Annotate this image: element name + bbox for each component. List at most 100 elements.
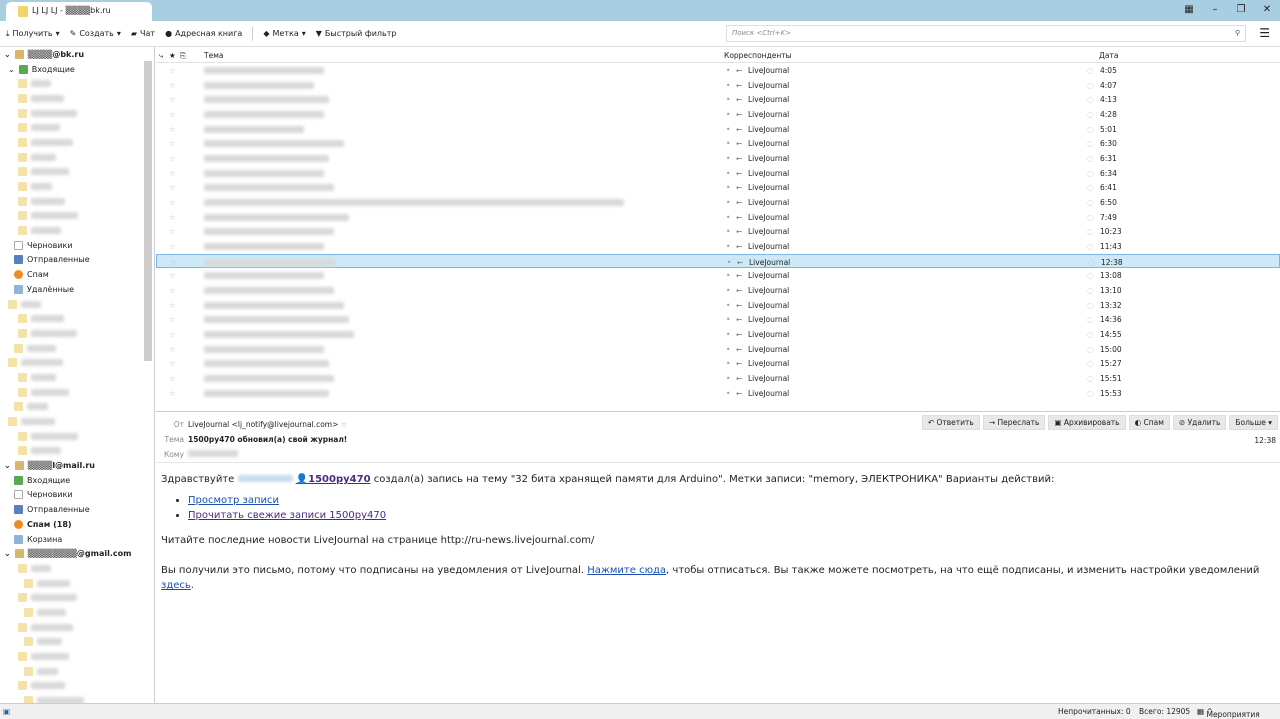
- chat-button[interactable]: ▰ Чат: [131, 29, 155, 38]
- folder-redacted[interactable]: [0, 635, 154, 650]
- more-button[interactable]: Больше ▾: [1229, 415, 1278, 430]
- read-dot-icon[interactable]: •: [726, 389, 730, 398]
- settings-link[interactable]: здесь: [161, 580, 191, 591]
- view-post-link[interactable]: Просмотр записи: [188, 495, 279, 506]
- read-dot-icon[interactable]: •: [726, 66, 730, 75]
- spam-button[interactable]: ◐ Спам: [1128, 415, 1170, 430]
- folder-redacted[interactable]: [0, 341, 154, 356]
- folder-scrollbar[interactable]: [144, 61, 152, 361]
- read-dot-icon[interactable]: •: [726, 154, 730, 163]
- column-date[interactable]: Дата: [1099, 51, 1118, 60]
- read-dot-icon[interactable]: •: [726, 81, 730, 90]
- folder-drafts-2[interactable]: Черновики: [0, 488, 154, 503]
- read-dot-icon[interactable]: •: [726, 125, 730, 134]
- star-icon[interactable]: ☆: [169, 271, 176, 280]
- unsubscribe-link[interactable]: Нажмите сюда: [587, 565, 666, 576]
- star-icon[interactable]: ☆: [169, 374, 176, 383]
- message-row[interactable]: ☆ • ← LiveJournal ◌ 15:00: [156, 342, 1280, 357]
- message-row[interactable]: ☆ • ← LiveJournal ◌ 10:23: [156, 224, 1280, 239]
- folder-inbox[interactable]: ⌄ Входящие: [0, 62, 154, 77]
- star-icon[interactable]: ☆: [169, 154, 176, 163]
- folder-redacted[interactable]: [0, 209, 154, 224]
- star-icon[interactable]: ☆: [169, 286, 176, 295]
- thread-column-icon[interactable]: ⤷: [159, 51, 163, 61]
- star-column-icon[interactable]: ★: [169, 51, 176, 60]
- folder-redacted[interactable]: [0, 326, 154, 341]
- folder-redacted[interactable]: [0, 576, 154, 591]
- folder-sent-2[interactable]: Отправленные: [0, 502, 154, 517]
- folder-redacted[interactable]: [0, 135, 154, 150]
- star-icon[interactable]: ☆: [169, 389, 176, 398]
- folder-redacted[interactable]: [0, 590, 154, 605]
- folder-sent[interactable]: Отправленные: [0, 253, 154, 268]
- folder-redacted[interactable]: [0, 179, 154, 194]
- folder-spam-2[interactable]: Спам (18): [0, 517, 154, 532]
- folder-inbox-2[interactable]: Входящие: [0, 473, 154, 488]
- message-row[interactable]: ☆ • ← LiveJournal ◌ 15:51: [156, 371, 1280, 386]
- message-row[interactable]: ☆ • ← LiveJournal ◌ 13:32: [156, 298, 1280, 313]
- folder-redacted[interactable]: [0, 693, 154, 703]
- star-icon[interactable]: ☆: [169, 139, 176, 148]
- list-scrollbar[interactable]: [1270, 63, 1278, 403]
- message-row[interactable]: ☆ • ← LiveJournal ◌ 4:07: [156, 78, 1280, 93]
- column-correspondents[interactable]: Корреспонденты: [724, 51, 792, 60]
- star-icon[interactable]: ☆: [169, 198, 176, 207]
- maximize-button[interactable]: ❐: [1228, 0, 1254, 20]
- folder-redacted[interactable]: [0, 561, 154, 576]
- star-icon[interactable]: ☆: [169, 95, 176, 104]
- attachment-column-icon[interactable]: ⎘: [180, 51, 186, 61]
- account-mail[interactable]: ⌄ ▒▒▒▒l@mail.ru: [0, 458, 154, 473]
- folder-redacted[interactable]: [0, 400, 154, 415]
- folder-redacted[interactable]: [0, 106, 154, 121]
- folder-drafts[interactable]: Черновики: [0, 238, 154, 253]
- star-icon[interactable]: ☆: [169, 213, 176, 222]
- message-row[interactable]: ☆ • ← LiveJournal ◌ 15:53: [156, 386, 1280, 401]
- star-icon[interactable]: ☆: [170, 258, 177, 267]
- star-icon[interactable]: ☆: [169, 110, 176, 119]
- folder-spam[interactable]: Спам: [0, 267, 154, 282]
- folder-redacted[interactable]: [0, 91, 154, 106]
- calendar-icon[interactable]: ▦: [1176, 0, 1202, 20]
- star-icon[interactable]: ☆: [169, 125, 176, 134]
- tag-button[interactable]: ◆ Метка ▾: [263, 29, 305, 38]
- forward-button[interactable]: → Переслать: [982, 415, 1046, 430]
- message-row[interactable]: ☆ • ← LiveJournal ◌ 13:08: [156, 268, 1280, 283]
- message-row[interactable]: ☆ • ← LiveJournal ◌ 5:01: [156, 122, 1280, 137]
- folder-redacted[interactable]: [0, 311, 154, 326]
- column-subject[interactable]: Тема: [204, 51, 223, 60]
- message-row[interactable]: ☆ • ← LiveJournal ◌ 6:31: [156, 151, 1280, 166]
- star-icon[interactable]: ☆: [169, 330, 176, 339]
- folder-redacted[interactable]: [0, 679, 154, 694]
- star-icon[interactable]: ☆: [169, 169, 176, 178]
- star-icon[interactable]: ☆: [169, 301, 176, 310]
- read-dot-icon[interactable]: •: [726, 286, 730, 295]
- address-book-button[interactable]: ● Адресная книга: [165, 29, 242, 38]
- read-dot-icon[interactable]: •: [726, 227, 730, 236]
- get-mail-button[interactable]: ⤓ Получить ▾: [6, 29, 60, 39]
- message-row[interactable]: ☆ • ← LiveJournal ◌ 4:13: [156, 92, 1280, 107]
- folder-redacted[interactable]: [0, 429, 154, 444]
- message-row[interactable]: ☆ • ← LiveJournal ◌ 6:30: [156, 136, 1280, 151]
- message-row[interactable]: ☆ • ← LiveJournal ◌ 12:38: [156, 253, 1280, 269]
- folder-redacted[interactable]: [0, 620, 154, 635]
- message-row[interactable]: ☆ • ← LiveJournal ◌ 14:55: [156, 327, 1280, 342]
- read-dot-icon[interactable]: •: [727, 258, 731, 267]
- tab-main[interactable]: LJ LJ LJ - ▒▒▒▒bk.ru: [6, 2, 152, 21]
- message-row[interactable]: ☆ • ← LiveJournal ◌ 6:34: [156, 166, 1280, 181]
- menu-icon[interactable]: ☰: [1259, 26, 1270, 40]
- read-dot-icon[interactable]: •: [726, 169, 730, 178]
- read-dot-icon[interactable]: •: [726, 359, 730, 368]
- account-gmail[interactable]: ⌄ ▒▒▒▒▒▒▒▒@gmail.com: [0, 546, 154, 561]
- star-icon[interactable]: ☆: [169, 345, 176, 354]
- archive-button[interactable]: ▣ Архивировать: [1048, 415, 1126, 430]
- folder-redacted[interactable]: [0, 370, 154, 385]
- read-dot-icon[interactable]: •: [726, 315, 730, 324]
- message-row[interactable]: ☆ • ← LiveJournal ◌ 4:28: [156, 107, 1280, 122]
- message-row[interactable]: ☆ • ← LiveJournal ◌ 13:10: [156, 283, 1280, 298]
- folder-redacted[interactable]: [0, 649, 154, 664]
- from-field[interactable]: LiveJournal <lj_notify@livejournal.com>: [188, 420, 338, 429]
- folder-trash-2[interactable]: Корзина: [0, 532, 154, 547]
- folder-redacted[interactable]: [0, 76, 154, 91]
- events-button[interactable]: ▦ Мероприятия ^: [1197, 707, 1260, 719]
- star-icon[interactable]: ☆: [169, 242, 176, 251]
